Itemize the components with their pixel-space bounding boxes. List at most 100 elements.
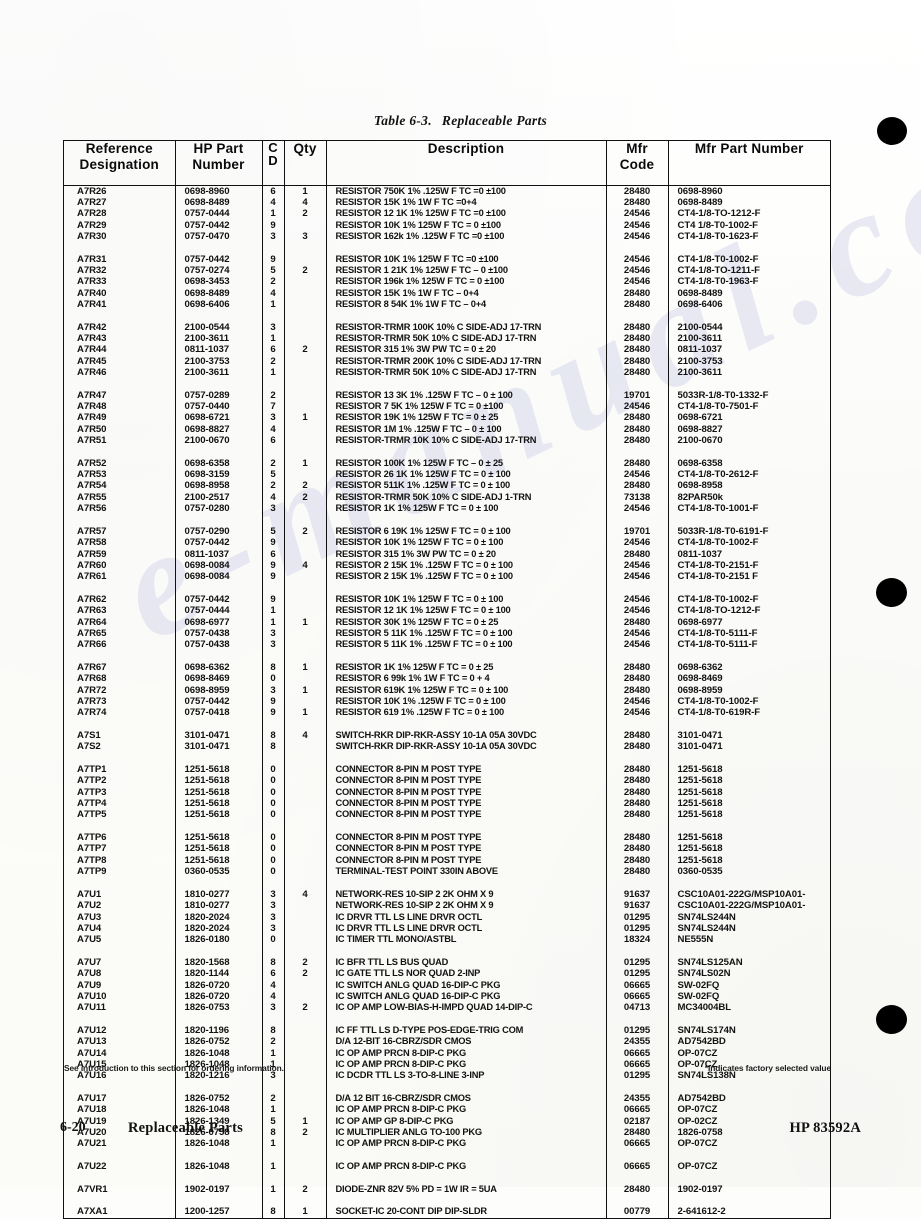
table-row-cell: A7R44 bbox=[77, 344, 107, 356]
table-row-cell: RESISTOR 1K 1% 125W F TC = 0 ± 100 bbox=[335, 503, 499, 514]
table-row-cell: 28480 bbox=[623, 843, 651, 855]
table-row-cell bbox=[285, 639, 326, 650]
table-row-cell: 8 bbox=[270, 1024, 276, 1036]
table-row-cell: A7R62 bbox=[77, 593, 107, 605]
table-row-cell: 01295 bbox=[623, 1070, 651, 1082]
table-row-cell: 1 bbox=[302, 185, 308, 197]
table-row-cell: A7R32 bbox=[77, 264, 107, 276]
table-row-cell: RESISTOR 12 1K 1% 125W F TC = 0 ± 100 bbox=[335, 605, 511, 616]
table-row-cell: 24546 bbox=[623, 469, 651, 481]
table-row-cell: A7TP2 bbox=[77, 775, 107, 787]
table-row-cell: A7U11 bbox=[77, 1002, 106, 1014]
table-row-cell: 4 bbox=[270, 287, 276, 299]
table-row-cell: 0 bbox=[270, 934, 276, 946]
row-group-separator bbox=[285, 946, 326, 957]
table-row-cell: 3 bbox=[270, 1002, 276, 1014]
row-group-separator bbox=[669, 378, 831, 389]
table-row-cell: 2 bbox=[302, 525, 308, 537]
table-row-cell: 0757-0418 bbox=[184, 707, 230, 719]
row-group-separator bbox=[263, 1082, 284, 1093]
table-row-cell: A7U1 bbox=[77, 888, 102, 900]
table-row-cell: 0698-8489 bbox=[677, 196, 723, 208]
column-header-cd: C D bbox=[261, 141, 285, 186]
table-row-cell bbox=[285, 628, 326, 639]
table-row-cell: 28480 bbox=[623, 809, 651, 821]
row-group-separator bbox=[669, 583, 831, 594]
table-row-cell: IC OP AMP PRCN 8-DIP-C PKG bbox=[335, 1047, 467, 1058]
table-row-cell: 1826-0753 bbox=[184, 1002, 230, 1014]
table-row-cell: 1 bbox=[302, 457, 308, 469]
row-group-separator bbox=[669, 877, 831, 888]
table-row-cell: 2-641612-2 bbox=[677, 1206, 726, 1218]
table-row-cell: 0698-6362 bbox=[184, 661, 230, 673]
table-row-cell: 0811-1037 bbox=[677, 548, 723, 560]
table-row-cell: CT4-1/8-T0-1001-F bbox=[677, 503, 759, 515]
table-row-cell: 3 bbox=[270, 684, 276, 696]
table-row-cell: IC SWITCH ANLG QUAD 16-DIP-C PKG bbox=[335, 979, 501, 990]
table-row-cell: 2 bbox=[302, 344, 308, 356]
table-row-cell: 1251-5618 bbox=[184, 854, 230, 866]
table-row-cell: 24546 bbox=[623, 639, 651, 651]
table-row-cell bbox=[285, 923, 326, 934]
row-group-separator bbox=[64, 821, 175, 832]
manual-page: e-manual.com Table 6-3. Replaceable Parts… bbox=[0, 0, 921, 1219]
table-row-cell: 1251-5618 bbox=[184, 809, 230, 821]
table-row-cell: RESISTOR 2 15K 1% .125W F TC = 0 ± 100 bbox=[335, 571, 514, 582]
table-row-cell: 3 bbox=[270, 888, 276, 900]
table-row-cell: A7R51 bbox=[77, 435, 107, 447]
table-row-cell: 24546 bbox=[623, 503, 651, 515]
table-row-cell: 1251-5618 bbox=[677, 786, 723, 798]
table-row-cell: 2 bbox=[270, 389, 276, 401]
table-row-cell: 28480 bbox=[623, 832, 651, 844]
table-row-cell: RESISTOR 13 3K 1% .125W F TC – 0 ± 100 bbox=[335, 389, 513, 400]
table-row-cell: 8 bbox=[270, 1206, 276, 1218]
table-row-cell: IC DRVR TTL LS LINE DRVR OCTL bbox=[335, 922, 483, 933]
table-row-cell: 0698-6406 bbox=[184, 298, 230, 310]
table-row-cell: A7R28 bbox=[77, 208, 107, 220]
table-row-cell: A7R67 bbox=[77, 661, 107, 673]
table-row-cell bbox=[285, 787, 326, 798]
row-group-separator bbox=[64, 651, 175, 662]
table-row-cell: RESISTOR 26 1K 1% 125W F TC = 0 ± 100 bbox=[335, 469, 511, 480]
table-row-cell: 82PAR50k bbox=[677, 491, 724, 503]
table-row-cell bbox=[285, 549, 326, 560]
table-row-cell: 28480 bbox=[623, 332, 651, 344]
table-row-cell: A7R49 bbox=[77, 412, 107, 424]
row-group-separator bbox=[64, 378, 175, 389]
table-row-cell: A7VR1 bbox=[77, 1183, 108, 1195]
row-group-separator bbox=[669, 1172, 831, 1183]
column-header-reference-designation: Reference Designation bbox=[64, 141, 176, 186]
table-row-cell: RESISTOR 10K 1% 125W F TC = 0 ± 100 bbox=[335, 593, 504, 604]
table-row-cell: A7R30 bbox=[77, 230, 107, 242]
row-group-separator bbox=[669, 821, 831, 832]
row-group-separator bbox=[263, 446, 284, 457]
table-row-cell bbox=[285, 322, 326, 333]
table-row-cell: TERMINAL-TEST POINT 330IN ABOVE bbox=[335, 866, 499, 877]
table-row-cell: CT4-1/8-T0-1002-F bbox=[677, 593, 759, 605]
table-row-cell: CT4-1/8-T0-5111-F bbox=[677, 639, 758, 651]
table-row-cell: 1251-5618 bbox=[184, 775, 230, 787]
table-row-cell: 28480 bbox=[623, 798, 651, 810]
table-row-cell: 4 bbox=[270, 990, 276, 1002]
table-row-cell bbox=[285, 934, 326, 945]
row-group-separator bbox=[285, 1082, 326, 1093]
table-row-cell: RESISTOR 511K 1% .125W F TC = 0 ± 100 bbox=[335, 480, 511, 491]
row-group-separator bbox=[285, 719, 326, 730]
table-row-cell: 3101-0471 bbox=[184, 730, 230, 741]
table-row-cell: 0698-6977 bbox=[677, 616, 723, 628]
table-row-cell: IC TIMER TTL MONO/ASTBL bbox=[335, 934, 457, 945]
table-row-cell: RESISTOR 5 11K 1% .125W F TC = 0 ± 100 bbox=[335, 627, 513, 638]
table-row-cell: 06665 bbox=[623, 979, 651, 991]
table-row-cell: A7U8 bbox=[77, 968, 102, 980]
table-row-cell bbox=[285, 832, 326, 843]
row-group-separator bbox=[607, 877, 668, 888]
column-header-hp-part-number: HP Part Number bbox=[174, 141, 263, 186]
row-group-separator bbox=[176, 446, 262, 457]
row-group-separator bbox=[64, 1150, 175, 1161]
replaceable-parts-table-frame: Reference Designation HP Part Number C D… bbox=[63, 140, 831, 1219]
table-row-cell: RESISTOR 315 1% 3W PW TC = 0 ± 20 bbox=[335, 344, 497, 355]
table-row-cell: 24546 bbox=[623, 219, 651, 231]
table-row-cell bbox=[285, 798, 326, 809]
table-row-cell: 4 bbox=[302, 730, 308, 741]
table-row-cell: 28480 bbox=[623, 730, 651, 741]
